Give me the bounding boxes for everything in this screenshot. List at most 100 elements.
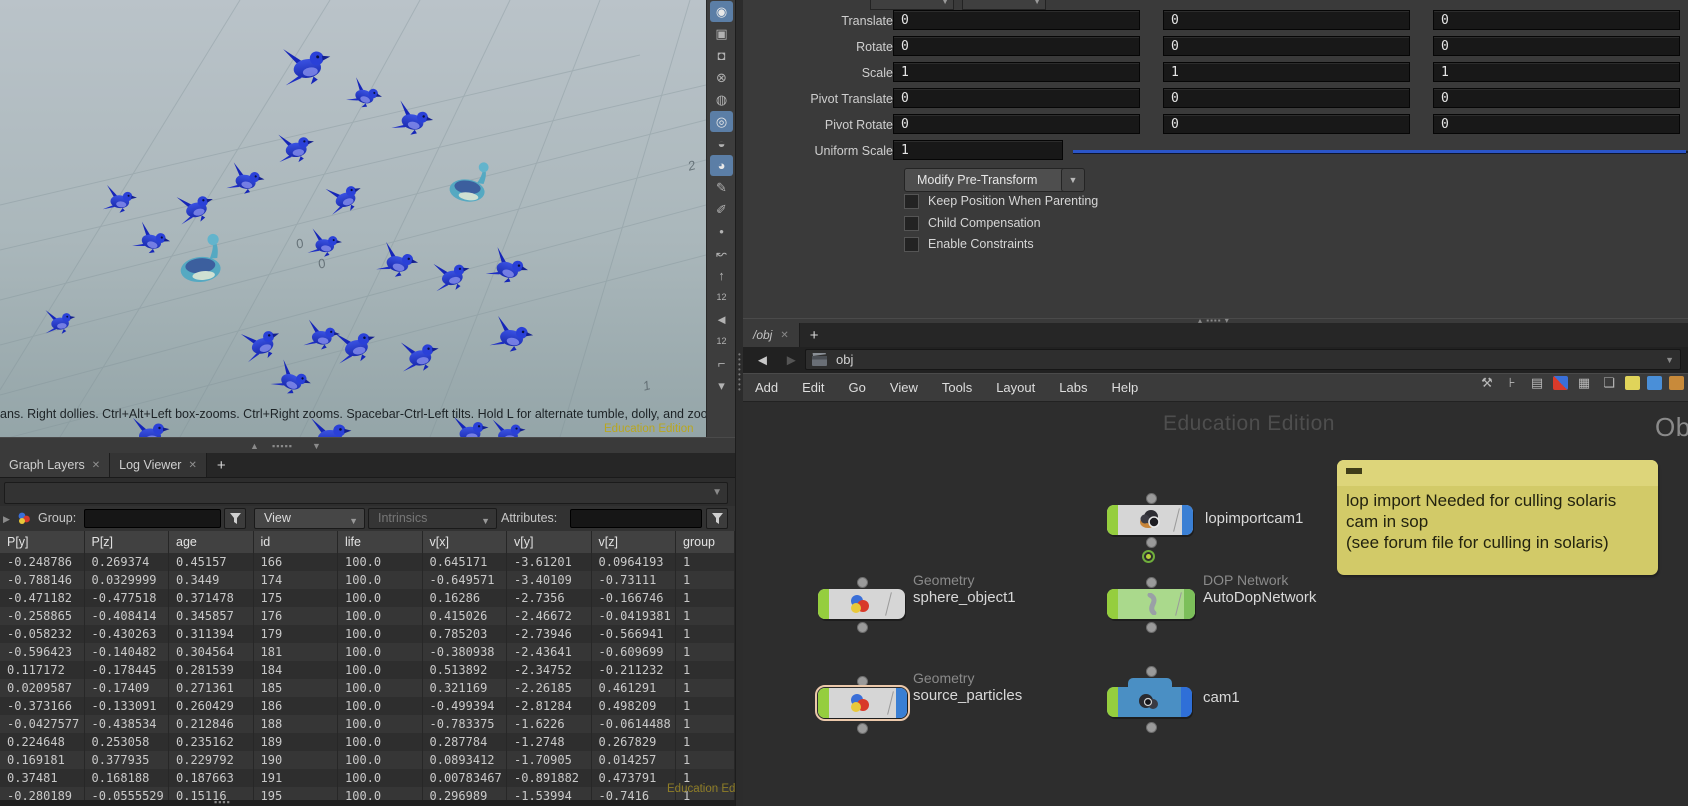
splitter-collapse-up-icon[interactable]: ▲: [250, 440, 260, 452]
menu-edit[interactable]: Edit: [790, 380, 836, 395]
gallery-icon[interactable]: [1669, 376, 1684, 390]
modify-pretransform-button[interactable]: Modify Pre-Transform: [904, 168, 1073, 192]
table-row[interactable]: -0.258865-0.4084140.345857176100.00.4150…: [0, 607, 735, 625]
attributes-filter-icon[interactable]: [706, 508, 728, 529]
attributes-input[interactable]: [570, 509, 702, 528]
parameter-field[interactable]: 0: [893, 10, 1140, 30]
node-autodopnetwork[interactable]: [1107, 589, 1195, 619]
hook-marker-icon[interactable]: ↜: [710, 243, 733, 264]
node-output-connector[interactable]: [1146, 722, 1157, 733]
window-layout-icon[interactable]: ❏: [1600, 375, 1618, 391]
node-output-connector[interactable]: [857, 622, 868, 633]
node-display-tab[interactable]: [1181, 687, 1192, 717]
table-row[interactable]: -0.0427577-0.4385340.212846188100.0-0.78…: [0, 715, 735, 733]
expand-arrow-icon[interactable]: ▶: [3, 514, 10, 525]
parameter-field[interactable]: 0: [1163, 114, 1410, 134]
splitter-collapse-down-icon[interactable]: ▼: [312, 440, 322, 452]
lightbulb-icon[interactable]: ◎: [710, 111, 733, 132]
pretransform-dropdown-arrow[interactable]: ▼: [1061, 168, 1085, 192]
parameter-field[interactable]: 0: [1433, 114, 1680, 134]
parameter-field[interactable]: 1: [893, 62, 1140, 82]
node-bypass-tab[interactable]: [818, 589, 829, 619]
menu-view[interactable]: View: [878, 380, 930, 395]
add-tab-button[interactable]: +: [207, 453, 236, 477]
splitter-drag-handle[interactable]: ▪▪▪▪▪: [272, 440, 293, 452]
grid-view-icon[interactable]: ▦: [1575, 375, 1593, 391]
node-display-tab[interactable]: [1182, 505, 1193, 535]
tab-log-viewer[interactable]: Log Viewer ✕: [110, 453, 207, 477]
select-draw-icon[interactable]: ✎: [710, 177, 733, 198]
add-tab-button[interactable]: +: [800, 323, 829, 347]
view-visibility-icon[interactable]: ◉: [710, 1, 733, 22]
checkbox-child-compensation[interactable]: Child Compensation: [904, 215, 1041, 231]
checkbox-box[interactable]: [904, 194, 919, 209]
forward-arrow-icon[interactable]: ►: [770, 352, 799, 369]
node-display-tab[interactable]: [896, 688, 907, 718]
column-header[interactable]: P[z]: [85, 531, 170, 553]
node-cam1[interactable]: [1107, 687, 1192, 717]
chevron-down-icon[interactable]: ▼: [1665, 355, 1674, 365]
checkbox-keep-position[interactable]: Keep Position When Parenting: [904, 193, 1098, 209]
parameter-field[interactable]: 0: [893, 36, 1140, 56]
pin-marker-icon[interactable]: ↑: [710, 265, 733, 286]
column-header[interactable]: life: [338, 531, 423, 553]
table-row[interactable]: 0.2246480.2530580.235162189100.00.287784…: [0, 733, 735, 751]
table-row[interactable]: 0.374810.1681880.187663191100.00.0078346…: [0, 769, 735, 787]
node-input-connector[interactable]: [1146, 666, 1157, 677]
node-input-connector[interactable]: [857, 577, 868, 588]
scrollbar-handle[interactable]: ▪▪▪▪: [214, 796, 231, 806]
node-bypass-tab[interactable]: [1107, 589, 1118, 619]
menu-help[interactable]: Help: [1099, 380, 1150, 395]
parameter-field[interactable]: 0: [893, 114, 1140, 134]
color-palette-icon[interactable]: [1553, 376, 1568, 390]
lock-icon[interactable]: ◘: [710, 45, 733, 66]
column-header[interactable]: v[y]: [507, 531, 592, 553]
preset-dropdown-partial[interactable]: ▼: [962, 0, 1046, 10]
checkbox-enable-constraints[interactable]: Enable Constraints: [904, 236, 1034, 252]
corner-handle-icon[interactable]: ⌐: [710, 353, 733, 374]
parameter-field[interactable]: 0: [1163, 88, 1410, 108]
uniform-scale-slider[interactable]: [1073, 150, 1686, 153]
table-row[interactable]: -0.2487860.2693740.45157166100.00.645171…: [0, 553, 735, 571]
paint-draw-icon[interactable]: ✐: [710, 199, 733, 220]
lightbulb-pin-icon[interactable]: ◒: [710, 133, 733, 154]
menu-layout[interactable]: Layout: [984, 380, 1047, 395]
node-output-connector[interactable]: [857, 723, 868, 734]
node-lopimportcam1[interactable]: [1107, 505, 1193, 535]
sphere-shade-icon[interactable]: ◍: [710, 89, 733, 110]
tab-obj[interactable]: /obj ✕: [743, 323, 800, 347]
hide-icon[interactable]: ⊗: [710, 67, 733, 88]
table-row[interactable]: -0.058232-0.4302630.311394179100.00.7852…: [0, 625, 735, 643]
table-row[interactable]: -0.280189-0.05555290.15116195100.00.2969…: [0, 787, 735, 800]
tools-icon[interactable]: ⚒: [1478, 375, 1496, 391]
tab-graph-layers[interactable]: Graph Layers ✕: [0, 453, 110, 477]
close-icon[interactable]: ✕: [188, 460, 196, 471]
table-row[interactable]: 0.117172-0.1784450.281539184100.00.51389…: [0, 661, 735, 679]
path-breadcrumb[interactable]: obj ▼: [805, 349, 1681, 370]
sticky-note-header[interactable]: [1337, 460, 1658, 486]
more-icon[interactable]: ▾: [710, 375, 733, 396]
horizontal-scrollbar[interactable]: ▪▪▪▪: [0, 800, 735, 806]
snap-icon[interactable]: ▣: [710, 23, 733, 44]
background-image-icon[interactable]: [1647, 376, 1662, 390]
checkbox-box[interactable]: [904, 216, 919, 231]
group-filter-icon[interactable]: [224, 508, 246, 529]
intrinsics-dropdown[interactable]: Intrinsics ▼: [368, 508, 497, 529]
table-row[interactable]: 0.1691810.3779350.229792190100.00.089341…: [0, 751, 735, 769]
node-input-connector[interactable]: [1146, 493, 1157, 504]
column-header[interactable]: id: [254, 531, 339, 553]
menu-go[interactable]: Go: [837, 380, 878, 395]
parameter-field[interactable]: 1: [1163, 62, 1410, 82]
parameter-field[interactable]: 0: [1163, 36, 1410, 56]
network-canvas[interactable]: Education Edition Ob lop import Needed f…: [743, 400, 1688, 806]
view-dropdown[interactable]: View ▼: [254, 508, 365, 529]
column-header[interactable]: group: [676, 531, 735, 553]
column-header[interactable]: v[z]: [592, 531, 677, 553]
group-input[interactable]: [84, 509, 221, 528]
preset-dropdown-partial[interactable]: ▼: [870, 0, 954, 10]
menu-tools[interactable]: Tools: [930, 380, 984, 395]
node-input-connector[interactable]: [857, 676, 868, 687]
table-row[interactable]: -0.596423-0.1404820.304564181100.0-0.380…: [0, 643, 735, 661]
sticky-note-icon[interactable]: [1625, 376, 1640, 390]
table-row[interactable]: 0.0209587-0.174090.271361185100.00.32116…: [0, 679, 735, 697]
